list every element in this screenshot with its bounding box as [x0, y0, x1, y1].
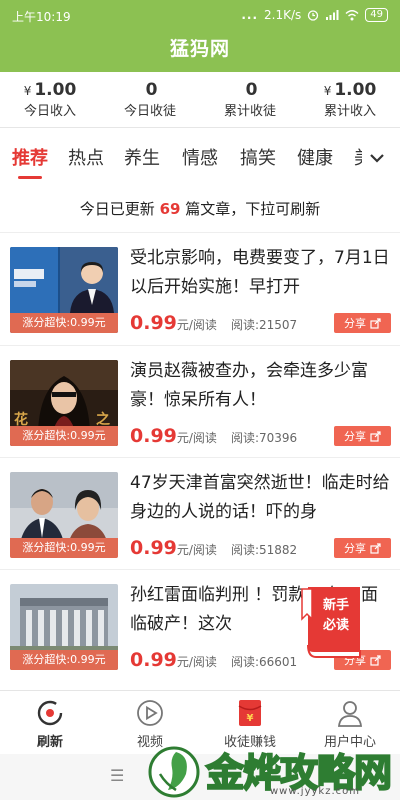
stat-value: 1.00 — [334, 80, 377, 100]
read-count: 阅读:66601 — [230, 655, 298, 669]
update-count: 69 — [159, 200, 181, 218]
badge-line2: 必读 — [322, 617, 349, 633]
thumbnail-ribbon: 涨分超快:0.99元 — [10, 313, 118, 333]
article-price: 0.99 — [130, 425, 177, 447]
read-count: 阅读:51882 — [230, 543, 298, 557]
update-banner: 今日已更新 69 篇文章，下拉可刷新 — [0, 192, 400, 226]
article-title[interactable]: 47岁天津首富突然逝世！临走时给身边的人说的话！吓的身 — [130, 469, 392, 529]
refresh-icon — [10, 697, 90, 729]
thumbnail-ribbon: 涨分超快:0.99元 — [10, 538, 118, 558]
app-header: 上午10:19 ... 2.1K/s 49 猛犸网 — [0, 0, 400, 72]
tab-emotion[interactable]: 情感 — [182, 144, 218, 170]
tab-recommend[interactable]: 推荐 — [12, 144, 48, 170]
status-icons: ... 2.1K/s 49 — [241, 8, 388, 22]
thumbnail-ribbon: 涨分超快:0.99元 — [10, 426, 118, 446]
newbie-guide-badge[interactable]: 新手 必读 — [300, 585, 364, 661]
nav-label: 刷新 — [36, 735, 63, 750]
app-title: 猛犸网 — [169, 38, 230, 60]
user-icon — [310, 697, 390, 729]
article-thumbnail: 涨分超快:0.99元 — [10, 247, 118, 333]
stat-value: 0 — [145, 80, 158, 100]
alarm-icon — [308, 10, 319, 21]
article-price: 0.99 — [130, 537, 177, 559]
thumbnail-ribbon: 涨分超快:0.99元 — [10, 650, 118, 670]
article-item[interactable]: 花 之 涨分超快:0.99元 演员赵薇被查办，会牵连多少富豪！惊呆所有人！ 0.… — [0, 349, 400, 459]
status-time: 上午10:19 — [12, 10, 71, 24]
nav-refresh[interactable]: 刷新 — [10, 697, 90, 750]
status-dots: ... — [241, 8, 259, 22]
tab-wellness[interactable]: 养生 — [124, 144, 160, 170]
share-button[interactable]: 分享 — [334, 538, 391, 558]
menu-icon[interactable]: ☰ — [110, 766, 124, 785]
network-speed: 2.1K/s — [264, 8, 302, 22]
stat-label: 今日收徒 — [123, 104, 176, 119]
article-thumbnail: 涨分超快:0.99元 — [10, 584, 118, 670]
stat-label: 累计收入 — [323, 104, 376, 119]
read-count: 阅读:21507 — [230, 318, 298, 332]
article-meta: 0.99元/阅读 阅读:66601 — [130, 649, 297, 671]
badge-line1: 新手 — [323, 597, 349, 613]
stat-label: 今日收入 — [23, 104, 76, 119]
stat-today-disciples[interactable]: 0 今日收徒 — [100, 72, 200, 127]
share-label: 分享 — [344, 542, 366, 555]
svg-text:¥: ¥ — [247, 713, 254, 724]
divider — [0, 232, 400, 233]
share-icon — [370, 542, 381, 554]
watermark-url: www.jyykz.com — [270, 786, 360, 797]
currency-symbol: ¥ — [23, 84, 32, 98]
banner-prefix: 今日已更新 — [79, 200, 155, 218]
share-label: 分享 — [344, 430, 366, 443]
article-thumbnail: 花 之 涨分超快:0.99元 — [10, 360, 118, 446]
article-item[interactable]: 涨分超快:0.99元 受北京影响，电费要变了，7月1日以后开始实施！早打开 0.… — [0, 236, 400, 346]
share-button[interactable]: 分享 — [334, 426, 391, 446]
article-meta: 0.99元/阅读 阅读:51882 — [130, 537, 297, 559]
article-meta: 0.99元/阅读 阅读:21507 — [130, 312, 297, 334]
share-icon — [370, 317, 381, 329]
stat-label: 累计收徒 — [223, 104, 276, 119]
active-tab-indicator — [18, 176, 42, 179]
wifi-icon — [345, 10, 359, 21]
share-icon — [370, 430, 381, 442]
price-unit: 元/阅读 — [176, 655, 217, 669]
read-count: 阅读:70396 — [230, 431, 298, 445]
earnings-stats: ¥1.00 今日收入 0 今日收徒 0 累计收徒 ¥1.00 累计收入 — [0, 72, 400, 128]
share-icon — [370, 654, 381, 666]
red-envelope-icon: ¥ — [210, 697, 290, 729]
divider — [0, 345, 400, 346]
status-bar: 上午10:19 ... 2.1K/s 49 — [0, 0, 400, 30]
battery-indicator: 49 — [365, 8, 388, 22]
article-price: 0.99 — [130, 649, 177, 671]
divider — [0, 457, 400, 458]
stat-total-income[interactable]: ¥1.00 累计收入 — [300, 72, 400, 127]
currency-symbol: ¥ — [323, 84, 332, 98]
stat-today-income[interactable]: ¥1.00 今日收入 — [0, 72, 100, 127]
article-item[interactable]: 涨分超快:0.99元 47岁天津首富突然逝世！临走时给身边的人说的话！吓的身 0… — [0, 461, 400, 571]
article-title[interactable]: 受北京影响，电费要变了，7月1日以后开始实施！早打开 — [130, 244, 392, 304]
price-unit: 元/阅读 — [176, 543, 217, 557]
share-button[interactable]: 分享 — [334, 313, 391, 333]
price-unit: 元/阅读 — [176, 318, 217, 332]
site-watermark: 金烨攻略网 www.jyykz.com — [146, 742, 400, 800]
tab-health[interactable]: 健康 — [297, 144, 333, 170]
stat-value: 0 — [245, 80, 258, 100]
article-thumbnail: 涨分超快:0.99元 — [10, 472, 118, 558]
play-icon — [110, 697, 190, 729]
divider — [0, 569, 400, 570]
banner-suffix: 篇文章，下拉可刷新 — [185, 200, 321, 218]
tab-funny[interactable]: 搞笑 — [240, 144, 276, 170]
price-unit: 元/阅读 — [176, 431, 217, 445]
signal-icon — [326, 10, 339, 20]
category-tabs: 推荐 热点 养生 情感 搞笑 健康 美 — [0, 138, 400, 182]
stat-value: 1.00 — [34, 80, 77, 100]
article-title[interactable]: 演员赵薇被查办，会牵连多少富豪！惊呆所有人！ — [130, 357, 392, 417]
article-price: 0.99 — [130, 312, 177, 334]
chevron-down-icon[interactable] — [362, 140, 392, 176]
watermark-logo — [148, 746, 200, 798]
tab-hot[interactable]: 热点 — [68, 144, 104, 170]
share-label: 分享 — [344, 317, 366, 330]
article-meta: 0.99元/阅读 阅读:70396 — [130, 425, 297, 447]
stat-total-disciples[interactable]: 0 累计收徒 — [200, 72, 300, 127]
